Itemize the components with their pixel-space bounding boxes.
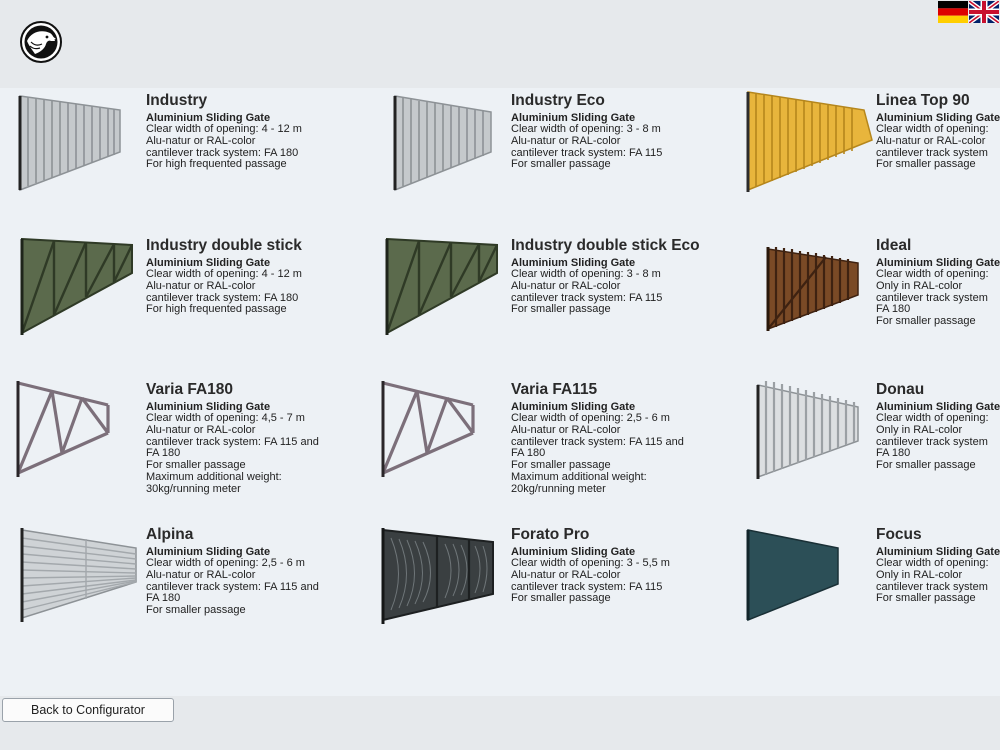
gate-detail: For smaller passage xyxy=(876,315,976,328)
eagle-logo-icon xyxy=(20,21,62,63)
gate-title: Industry double stick Eco xyxy=(511,237,700,254)
gate-card-varia-fa115[interactable]: Varia FA115 Aluminium Sliding Gate Clear… xyxy=(381,379,741,519)
gate-detail: 30kg/running meter xyxy=(146,482,241,495)
gate-detail: Only in RAL-color xyxy=(876,568,963,581)
gate-detail: Alu-natur or RAL-color xyxy=(876,134,986,147)
gate-card-linea-top-90[interactable]: Linea Top 90 Aluminium Sliding Gate Clea… xyxy=(746,90,1000,230)
gate-detail: For high frequented passage xyxy=(146,303,287,316)
gate-detail: Alu-natur or RAL-color xyxy=(146,423,256,436)
gate-detail: Alu-natur or RAL-color xyxy=(146,568,256,581)
footer-bar: Back to Configurator xyxy=(0,696,1000,750)
gate-title: Industry xyxy=(146,92,208,109)
forato-pro-gate-image xyxy=(381,528,494,624)
gate-title: Alpina xyxy=(146,526,194,543)
gate-title: Donau xyxy=(876,381,925,398)
gate-title: Focus xyxy=(876,526,922,543)
gate-detail: For smaller passage xyxy=(876,459,976,472)
gate-title: Industry Eco xyxy=(511,92,605,109)
linea-top-90-gate-image xyxy=(746,91,873,192)
varia-fa115-gate-image xyxy=(381,381,475,477)
gate-card-ideal[interactable]: Ideal Aluminium Sliding Gate Clear width… xyxy=(746,235,1000,375)
gate-detail: cantilever track system: FA 115 and xyxy=(511,435,684,448)
industry-gate-image xyxy=(18,95,121,192)
gate-card-forato-pro[interactable]: Forato Pro Aluminium Sliding Gate Clear … xyxy=(381,524,741,664)
gate-detail: For smaller passage xyxy=(876,592,976,605)
gate-detail: 20kg/running meter xyxy=(511,482,606,495)
gate-detail: For smaller passage xyxy=(146,604,246,617)
gate-card-varia-fa180[interactable]: Varia FA180 Aluminium Sliding Gate Clear… xyxy=(16,379,376,519)
gate-title: Forato Pro xyxy=(511,526,590,543)
gate-detail: Alu-natur or RAL-color xyxy=(511,134,621,147)
gate-detail: Maximum additional weight: xyxy=(511,470,647,483)
industry-double-stick-gate-image xyxy=(20,237,134,335)
industry-double-stick-eco-gate-image xyxy=(385,237,499,335)
gate-title: Industry double stick xyxy=(146,237,302,254)
industry-eco-gate-image xyxy=(393,95,492,192)
gate-card-alpina[interactable]: Alpina Aluminium Sliding Gate Clear widt… xyxy=(16,524,376,664)
gate-card-focus[interactable]: Focus Aluminium Sliding Gate Clear width… xyxy=(746,524,1000,664)
gate-title: Linea Top 90 xyxy=(876,92,970,109)
ideal-gate-image xyxy=(766,247,859,331)
gate-detail: For smaller passage xyxy=(511,303,611,316)
gate-detail: Alu-natur or RAL-color xyxy=(146,279,256,292)
gate-detail: Alu-natur or RAL-color xyxy=(511,279,621,292)
varia-fa180-gate-image xyxy=(16,381,110,477)
focus-gate-image xyxy=(746,529,839,622)
uk-flag-icon[interactable] xyxy=(969,1,999,23)
gate-detail: For smaller passage xyxy=(511,592,611,605)
gate-card-donau[interactable]: Donau Aluminium Sliding Gate Clear width… xyxy=(746,379,1000,519)
back-to-configurator-button[interactable]: Back to Configurator xyxy=(2,698,174,722)
gate-detail: Only in RAL-color xyxy=(876,423,963,436)
gate-detail: For smaller passage xyxy=(876,158,976,171)
gate-detail: cantilever track system: FA 115 and xyxy=(146,580,319,593)
gate-detail: Alu-natur or RAL-color xyxy=(511,423,621,436)
gate-title: Ideal xyxy=(876,237,912,254)
german-flag-icon[interactable] xyxy=(938,1,968,23)
gate-card-industry-double-stick[interactable]: Industry double stick Aluminium Sliding … xyxy=(16,235,376,375)
gate-catalog: Industry Aluminium Sliding Gate Clear wi… xyxy=(0,88,1000,696)
gate-title: Varia FA115 xyxy=(511,381,598,398)
gate-detail: Maximum additional weight: xyxy=(146,470,282,483)
donau-gate-image xyxy=(756,381,859,479)
gate-card-industry-double-stick-eco[interactable]: Industry double stick Eco Aluminium Slid… xyxy=(381,235,741,375)
gate-detail: cantilever track system: FA 115 and xyxy=(146,435,319,448)
gate-detail: For smaller passage xyxy=(511,158,611,171)
gate-detail: For high frequented passage xyxy=(146,158,287,171)
gate-detail: Alu-natur or RAL-color xyxy=(146,134,256,147)
gate-card-industry-eco[interactable]: Industry Eco Aluminium Sliding Gate Clea… xyxy=(381,90,741,230)
gate-detail: Alu-natur or RAL-color xyxy=(511,568,621,581)
gate-card-industry[interactable]: Industry Aluminium Sliding Gate Clear wi… xyxy=(16,90,376,230)
gate-detail: Only in RAL-color xyxy=(876,279,963,292)
alpina-gate-image xyxy=(20,528,137,622)
header-bar xyxy=(0,0,1000,88)
gate-title: Varia FA180 xyxy=(146,381,234,398)
